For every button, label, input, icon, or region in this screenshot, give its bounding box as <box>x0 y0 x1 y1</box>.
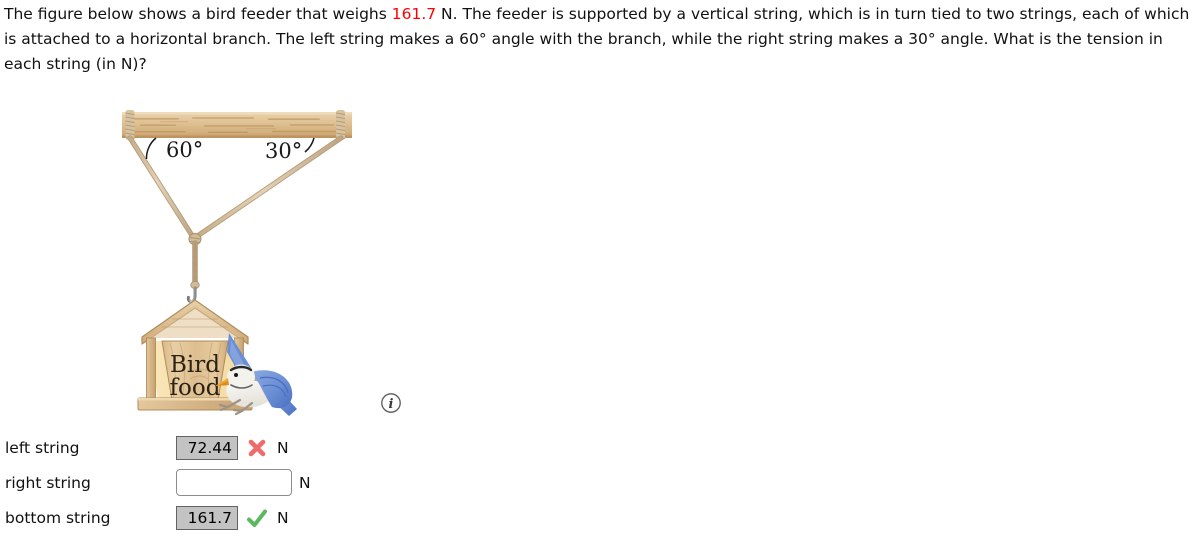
feeder-hook <box>186 286 197 304</box>
bird-feeder-figure: 60° 30° Bird food <box>100 100 400 430</box>
answer-label-right-string: right string <box>5 473 91 492</box>
question-part-1: The figure below shows a bird feeder tha… <box>4 5 392 23</box>
left-string-input[interactable]: 72.44 <box>176 435 238 460</box>
question-text: The figure below shows a bird feeder tha… <box>4 2 1196 77</box>
unit-bottom-string: N <box>277 508 289 527</box>
check-icon <box>247 509 267 527</box>
unit-right-string: N <box>299 473 311 492</box>
left-angle-label: 60° <box>166 138 203 162</box>
right-angle-label: 30° <box>265 139 302 163</box>
unit-left-string: N <box>277 438 289 457</box>
feeder-roof <box>141 299 249 345</box>
weight-value: 161.7 <box>391 5 437 23</box>
feeder-label-line2: food <box>170 375 221 401</box>
bottom-string-input[interactable]: 161.7 <box>176 505 238 530</box>
info-icon[interactable]: i <box>380 392 402 414</box>
answer-row-left-string: left string 72.44 N <box>0 430 420 465</box>
bottom-string <box>190 240 200 290</box>
answer-label-bottom-string: bottom string <box>5 508 111 527</box>
tree-branch <box>122 112 352 138</box>
answer-form: left string 72.44 N right string N botto… <box>0 430 420 535</box>
cross-icon <box>248 439 266 456</box>
info-icon-glyph: i <box>389 397 394 412</box>
answer-label-left-string: left string <box>5 438 80 457</box>
answer-field-group-left-string: 72.44 N <box>176 435 289 460</box>
answer-row-right-string: right string N <box>0 465 420 500</box>
answer-field-group-bottom-string: 161.7 N <box>176 505 289 530</box>
right-string-input[interactable] <box>176 469 292 496</box>
answer-field-group-right-string: N <box>176 469 311 496</box>
answer-row-bottom-string: bottom string 161.7 N <box>0 500 420 535</box>
